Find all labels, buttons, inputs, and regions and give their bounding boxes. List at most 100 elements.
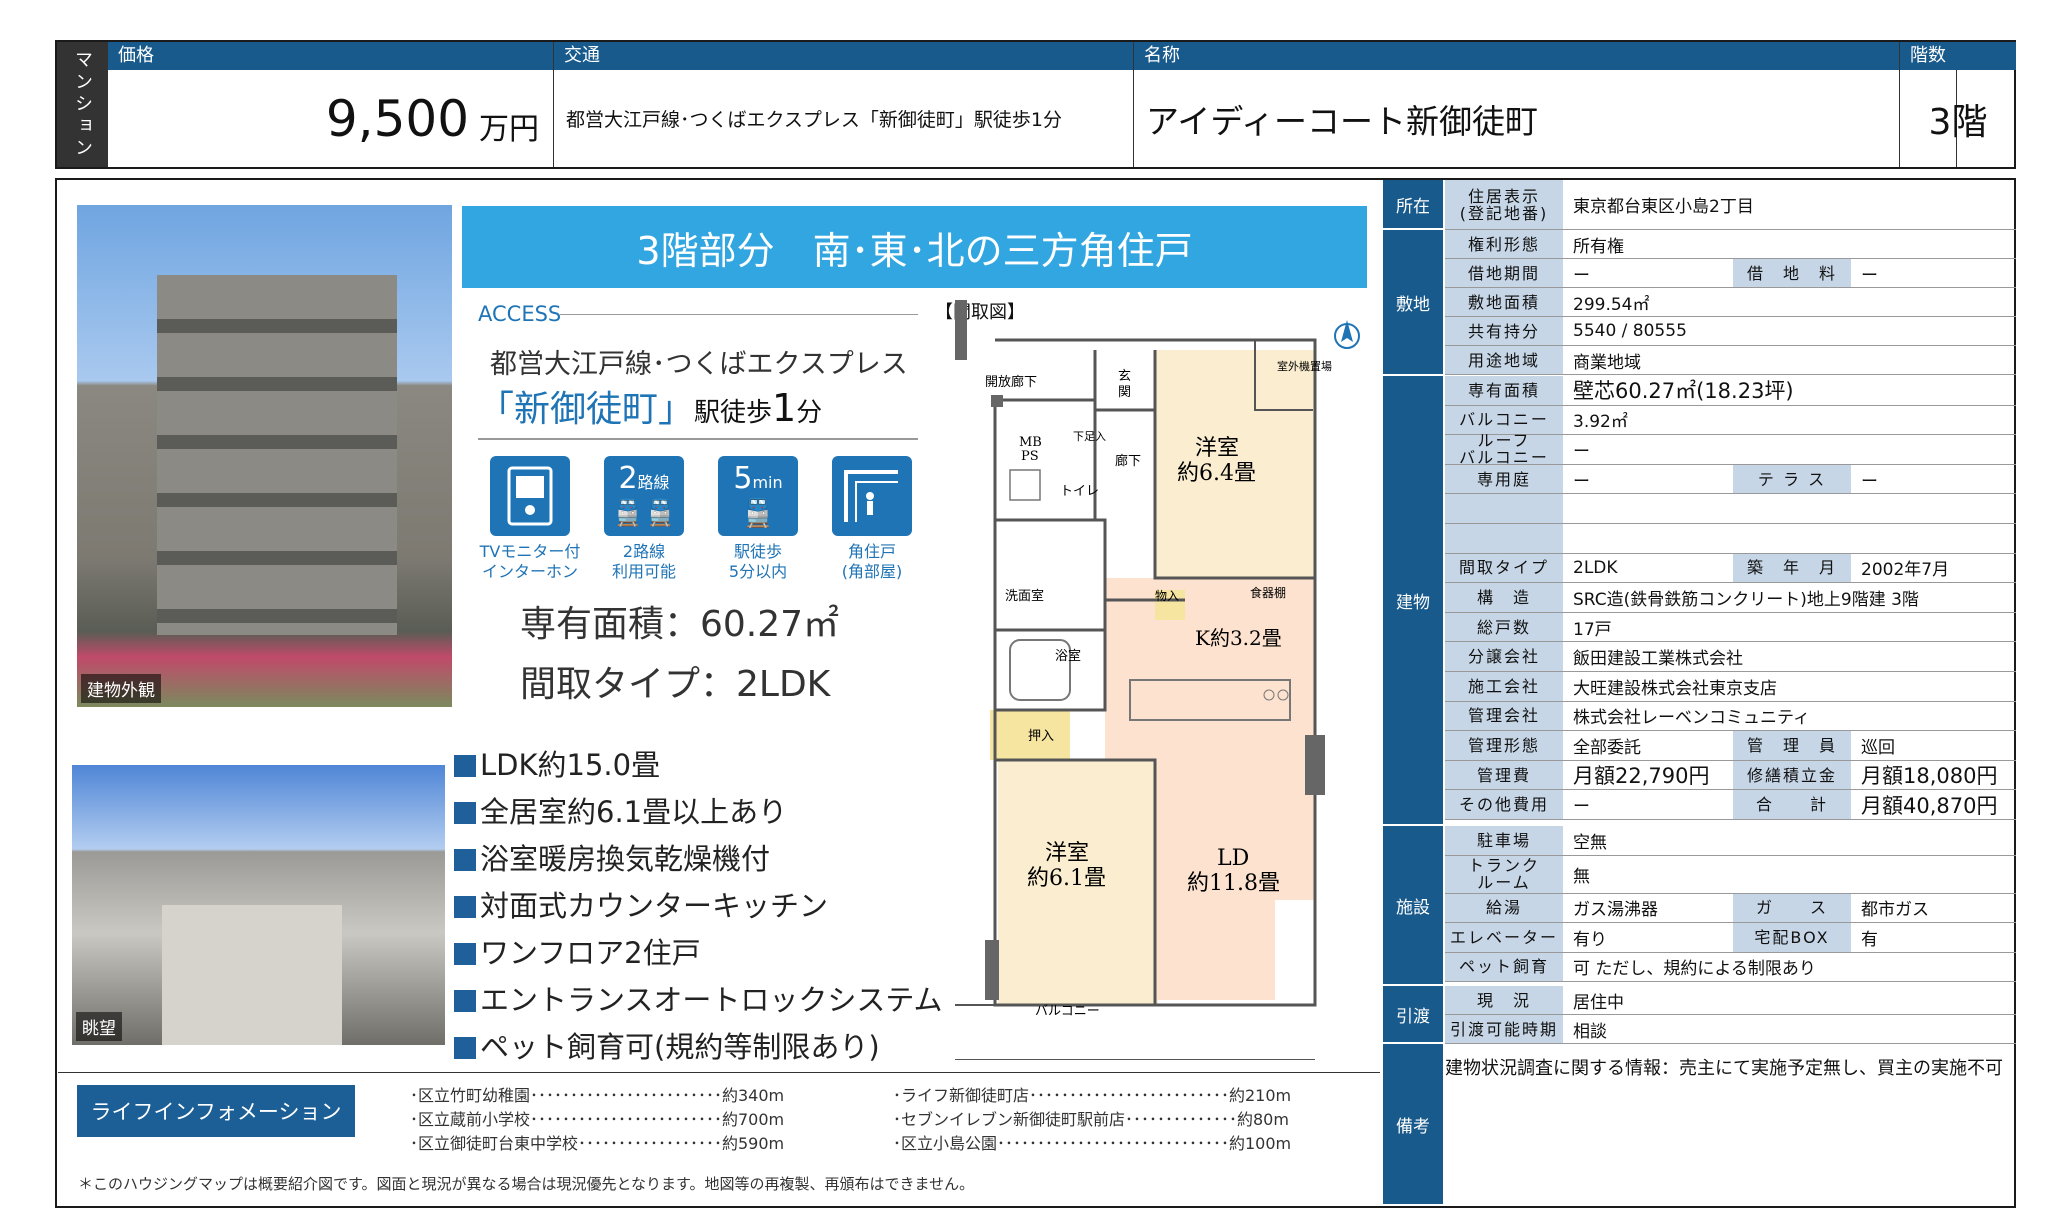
table-row: バルコニー 3.92㎡: [1445, 405, 2016, 436]
floor-label: 階数: [1900, 42, 2016, 70]
life-right-3: ･区立小島公園･････････････････････････････約100…: [893, 1134, 1292, 1153]
header-bar: マンション 価格 9,500 万円 交通 都営大江戸線･つくばエクスプレス「新御…: [55, 40, 2016, 169]
row-label: [1445, 524, 1563, 553]
five-min-unit: min: [752, 473, 783, 492]
room-bath: 浴室: [1055, 648, 1081, 664]
row-value: 17戸: [1573, 619, 1612, 640]
feature-text: ワンフロア2住戸: [480, 936, 701, 970]
feature-item: 全居室約6.1畳以上あり: [454, 789, 787, 831]
row-label: 用途地域: [1445, 346, 1563, 374]
view-caption: 眺望: [76, 1012, 122, 1041]
name-value: アイディーコート新御徒町: [1146, 101, 1539, 141]
price-value: 9,500: [325, 89, 469, 148]
two-lines-num: 2: [618, 461, 638, 496]
feature-text: 浴室暖房換気乾燥機付: [480, 842, 771, 876]
icon-caption-2: 2路線 利用可能: [589, 542, 699, 582]
row-label-2: テ ラ ス: [1733, 464, 1851, 494]
life-right-2: ･セブンイレブン新御徒町駅前店･･････････････約80m: [893, 1110, 1289, 1129]
view-building: [162, 905, 342, 1045]
access-walk-pre: 駅徒歩: [694, 398, 773, 428]
caption-line: 角住戸: [847, 542, 896, 561]
access-label: 交通: [554, 42, 1133, 70]
row-value: 東京都台東区小島2丁目: [1573, 197, 1754, 217]
bullet-square: [454, 849, 476, 871]
row-value: 全部委託: [1573, 737, 1641, 758]
cat-land: 敷地: [1383, 230, 1443, 376]
remarks-text: 建物状況調査に関する情報：売主にて実施予定無し、買主の実施不可: [1445, 1058, 2003, 1079]
row-label: 間取タイプ: [1445, 553, 1563, 583]
row-label: 管理会社: [1445, 701, 1563, 731]
room-closet: 押入: [1028, 729, 1054, 744]
row-value-2: 巡回: [1861, 737, 1895, 758]
row-label: 管理形態: [1445, 731, 1563, 760]
disclaimer-note: ＊このハウジングマップは概要紹介図です。図面と現況が異なる場合は現況優先となりま…: [78, 1175, 975, 1193]
access-walk-unit: 分: [796, 398, 823, 428]
table-row: 借地期間ー借 地 料ー: [1445, 259, 2016, 288]
caption-line: インターホン: [481, 562, 578, 581]
row-value: ー: [1573, 471, 1590, 492]
icon-caption-3: 駅徒歩 5分以内: [703, 542, 813, 582]
price-unit: 万円: [479, 111, 539, 147]
row-label-2: 管 理 員: [1733, 731, 1851, 760]
room-shoes: 下足入: [1073, 430, 1106, 443]
row-value-2: 月額18,080円: [1861, 764, 1998, 789]
room-mbps: MB: [1019, 435, 1042, 450]
feature-text: ペット飼育可(規約等制限あり): [480, 1030, 880, 1064]
bullet-square: [454, 990, 476, 1012]
row-label: 借地期間: [1445, 259, 1563, 287]
row-label-2: 合 計: [1733, 790, 1851, 819]
feature-item: 対面式カウンターキッチン: [454, 883, 828, 925]
area-text: 専有面積：60.27㎡: [520, 604, 840, 645]
room-entry: 玄: [1118, 369, 1131, 384]
row-value-2: 都市ガス: [1861, 900, 1929, 921]
table-row: [1445, 524, 2016, 554]
row-value: 有り: [1573, 929, 1607, 950]
table-row: 住居表示 (登記地番) 東京都台東区小島2丁目: [1445, 180, 2016, 230]
exterior-photo: 建物外観: [77, 205, 452, 707]
table-row: 現 況居住中: [1445, 986, 2016, 1015]
row-label-2: 宅配BOX: [1733, 923, 1851, 952]
room-shelf: 食器棚: [1250, 585, 1286, 600]
row-value: [1565, 494, 2015, 523]
caption-line: (角部屋): [841, 562, 903, 581]
row-value: 5540 / 80555: [1573, 321, 1687, 341]
life-divider: [58, 1072, 1380, 1073]
row-label: 専有面積: [1445, 376, 1563, 405]
row-value: 居住中: [1573, 992, 1624, 1013]
row-label-2: 築 年 月: [1733, 553, 1851, 583]
table-row: 管理費 月額22,790円 修繕積立金 月額18,080円: [1445, 760, 2016, 791]
row-value: ー: [1573, 797, 1590, 818]
life-info-title: ライフインフォメーション: [77, 1085, 355, 1137]
access-divider-2: [478, 438, 918, 440]
row-value: 2LDK: [1573, 557, 1618, 578]
table-row: 総戸数 17戸: [1445, 612, 2016, 643]
table-row: 管理会社 株式会社レーベンコミュニティ: [1445, 701, 2016, 732]
access-station-row: 「新御徒町」駅徒歩1分: [478, 380, 822, 432]
caption-line: 駅徒歩: [733, 542, 782, 561]
bullet-square: [454, 943, 476, 965]
room-washroom: 洗面室: [1005, 588, 1044, 604]
corner-unit-icon: [832, 456, 912, 536]
bullet-square: [454, 1037, 476, 1059]
two-lines-unit: 路線: [637, 473, 670, 492]
table-row: 引渡可能時期 相談: [1445, 1015, 2016, 1044]
table-row: 駐車場 空無: [1445, 826, 2016, 856]
room-western1b: 約6.4畳: [1177, 461, 1256, 486]
access-divider: [560, 314, 918, 315]
table-row: 構 造 SRC造(鉄骨鉄筋コンクリート)地上9階建 3階: [1445, 583, 2016, 613]
row-value: SRC造(鉄骨鉄筋コンクリート)地上9階建 3階: [1573, 589, 1919, 610]
bullet-square: [454, 755, 476, 777]
table-row: 権利形態 所有権: [1445, 230, 2016, 259]
caption-line: TVモニター付: [479, 542, 581, 561]
cat-remarks: 備考: [1383, 1044, 1443, 1204]
name-label: 名称: [1134, 42, 1956, 70]
room-outdoor: 室外機置場: [1277, 359, 1332, 373]
row-label: 分譲会社: [1445, 642, 1563, 671]
room-ldb: 約11.8畳: [1187, 871, 1280, 896]
layout-text: 間取タイプ：2LDK: [520, 664, 831, 705]
table-row: 専有面積 壁芯60.27㎡(18.23坪): [1445, 376, 2016, 406]
row-label: その他費用: [1445, 790, 1563, 819]
tv-intercom-icon: [490, 456, 570, 536]
row-value: 所有権: [1573, 236, 1624, 257]
room-kitchen: K約3.2畳: [1195, 626, 1282, 650]
